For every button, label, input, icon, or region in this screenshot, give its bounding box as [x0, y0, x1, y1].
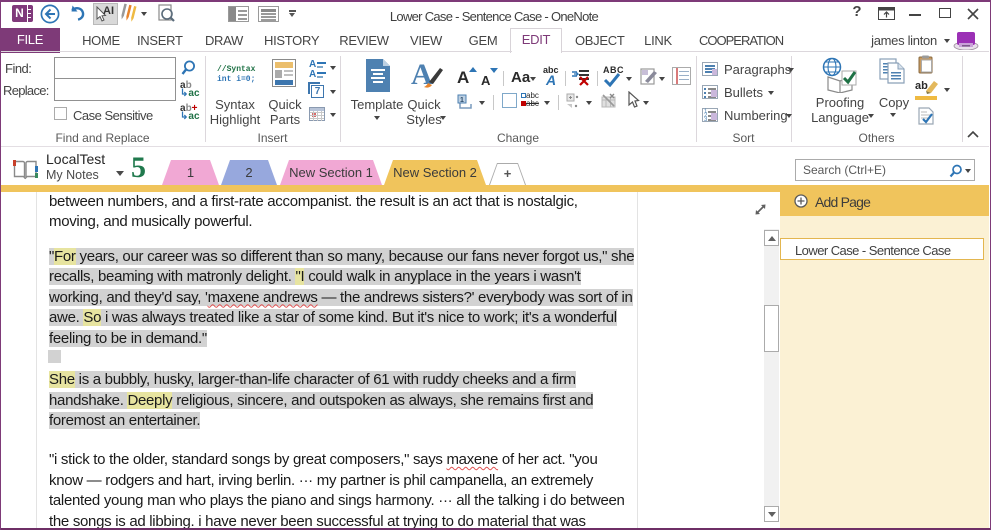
svg-text:1: 1 — [460, 97, 464, 104]
